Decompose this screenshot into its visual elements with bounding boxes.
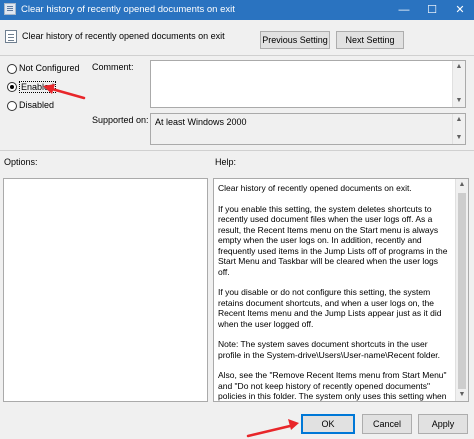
help-scrollbar[interactable]: ▲ ▼	[455, 179, 468, 401]
supported-on-box: At least Windows 2000 ▲ ▼	[150, 113, 466, 145]
radio-disabled[interactable]	[7, 101, 17, 111]
options-label: Options:	[4, 157, 38, 167]
scroll-up-icon[interactable]: ▲	[453, 114, 465, 126]
options-panel	[3, 178, 208, 402]
scroll-up-icon[interactable]: ▲	[453, 61, 465, 73]
title-bar: Clear history of recently opened documen…	[0, 0, 474, 20]
previous-setting-button[interactable]: Previous Setting	[260, 31, 330, 49]
maximize-button[interactable]: ☐	[418, 0, 446, 20]
radio-not-configured[interactable]	[7, 64, 17, 74]
close-button[interactable]: ✕	[446, 0, 474, 20]
apply-button[interactable]: Apply	[418, 414, 468, 434]
header-separator	[0, 55, 474, 56]
policy-name: Clear history of recently opened documen…	[22, 31, 225, 41]
comment-label: Comment:	[92, 62, 134, 72]
policy-document-icon	[5, 30, 17, 43]
window-title: Clear history of recently opened documen…	[21, 4, 235, 15]
help-paragraph: If you enable this setting, the system d…	[218, 203, 448, 277]
not-configured-label[interactable]: Not Configured	[19, 63, 80, 73]
scroll-up-icon[interactable]: ▲	[456, 179, 468, 191]
ok-button[interactable]: OK	[301, 414, 355, 434]
supported-scrollbar[interactable]: ▲ ▼	[452, 114, 465, 144]
comment-scrollbar[interactable]: ▲ ▼	[452, 61, 465, 107]
policy-app-icon	[4, 3, 16, 15]
scroll-down-icon[interactable]: ▼	[453, 132, 465, 144]
next-setting-button[interactable]: Next Setting	[336, 31, 404, 49]
help-paragraph: If you disable or do not configure this …	[218, 287, 442, 329]
help-scroll-thumb[interactable]	[458, 193, 466, 389]
help-paragraph: Also, see the "Remove Recent Items menu …	[218, 370, 447, 401]
enabled-label[interactable]: Enabled	[19, 81, 57, 93]
scroll-down-icon[interactable]: ▼	[456, 389, 468, 401]
help-label: Help:	[215, 157, 237, 167]
comment-textarea[interactable]: ▲ ▼	[150, 60, 466, 108]
scroll-down-icon[interactable]: ▼	[453, 95, 465, 107]
disabled-label[interactable]: Disabled	[19, 100, 54, 110]
ok-annotation-arrow-icon	[246, 419, 299, 438]
minimize-button[interactable]: —	[390, 0, 418, 20]
help-text: Clear history of recently opened documen…	[218, 183, 452, 401]
supported-on-label: Supported on:	[92, 115, 149, 125]
radio-enabled[interactable]	[7, 82, 17, 92]
cancel-button[interactable]: Cancel	[362, 414, 412, 434]
help-paragraph: Note: The system saves document shortcut…	[218, 339, 441, 360]
supported-on-value: At least Windows 2000	[155, 117, 247, 127]
section-separator	[0, 150, 474, 151]
help-paragraph: Clear history of recently opened documen…	[218, 183, 412, 193]
help-panel: Clear history of recently opened documen…	[213, 178, 469, 402]
